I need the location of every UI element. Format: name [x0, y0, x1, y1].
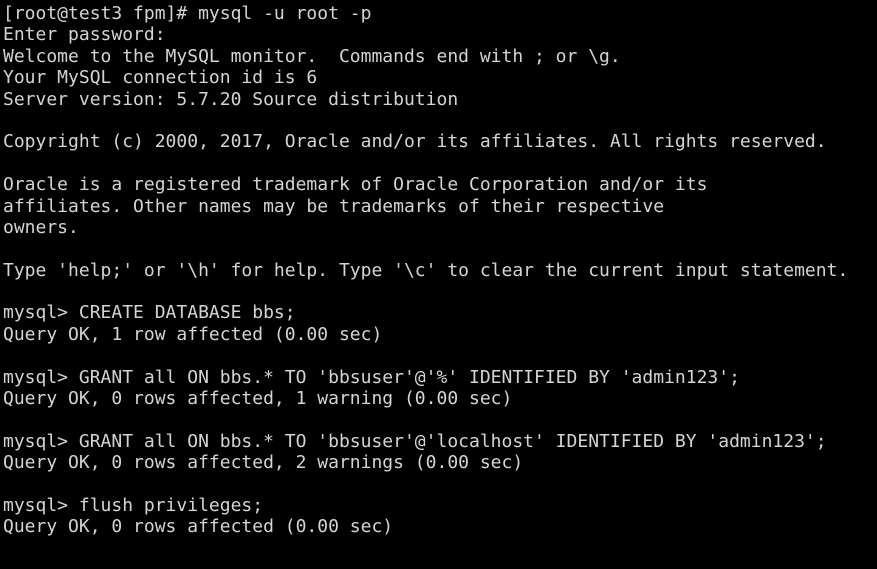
terminal-line: Server version: 5.7.20 Source distributi… — [3, 88, 459, 110]
terminal-line: Welcome to the MySQL monitor. Commands e… — [3, 45, 621, 67]
terminal-line: Enter password: — [3, 24, 166, 46]
terminal-line: [root@test3 fpm]# mysql -u root -p — [3, 3, 372, 24]
terminal-line: mysql> flush privileges; — [3, 494, 264, 516]
terminal-line: mysql> GRANT all ON bbs.* TO 'bbsuser'@'… — [3, 366, 740, 388]
terminal-line: Query OK, 1 row affected (0.00 sec) — [3, 323, 383, 345]
terminal-output-area[interactable]: [root@test3 fpm]# mysql -u root -p Enter … — [0, 0, 877, 569]
terminal-line: affiliates. Other names may be trademark… — [3, 195, 665, 217]
terminal-line: Type 'help;' or '\h' for help. Type '\c'… — [3, 259, 849, 281]
terminal-line: Query OK, 0 rows affected, 2 warnings (0… — [3, 452, 524, 474]
terminal-line: mysql> GRANT all ON bbs.* TO 'bbsuser'@'… — [3, 430, 827, 452]
terminal-line: Query OK, 0 rows affected, 1 warning (0.… — [3, 388, 513, 410]
terminal-line: Query OK, 0 rows affected (0.00 sec) — [3, 516, 394, 538]
terminal-line: owners. — [3, 216, 79, 238]
terminal-line: Copyright (c) 2000, 2017, Oracle and/or … — [3, 131, 827, 153]
terminal-line: mysql> CREATE DATABASE bbs; — [3, 302, 296, 324]
terminal-line: Oracle is a registered trademark of Orac… — [3, 174, 708, 196]
terminal-line: Your MySQL connection id is 6 — [3, 67, 318, 89]
